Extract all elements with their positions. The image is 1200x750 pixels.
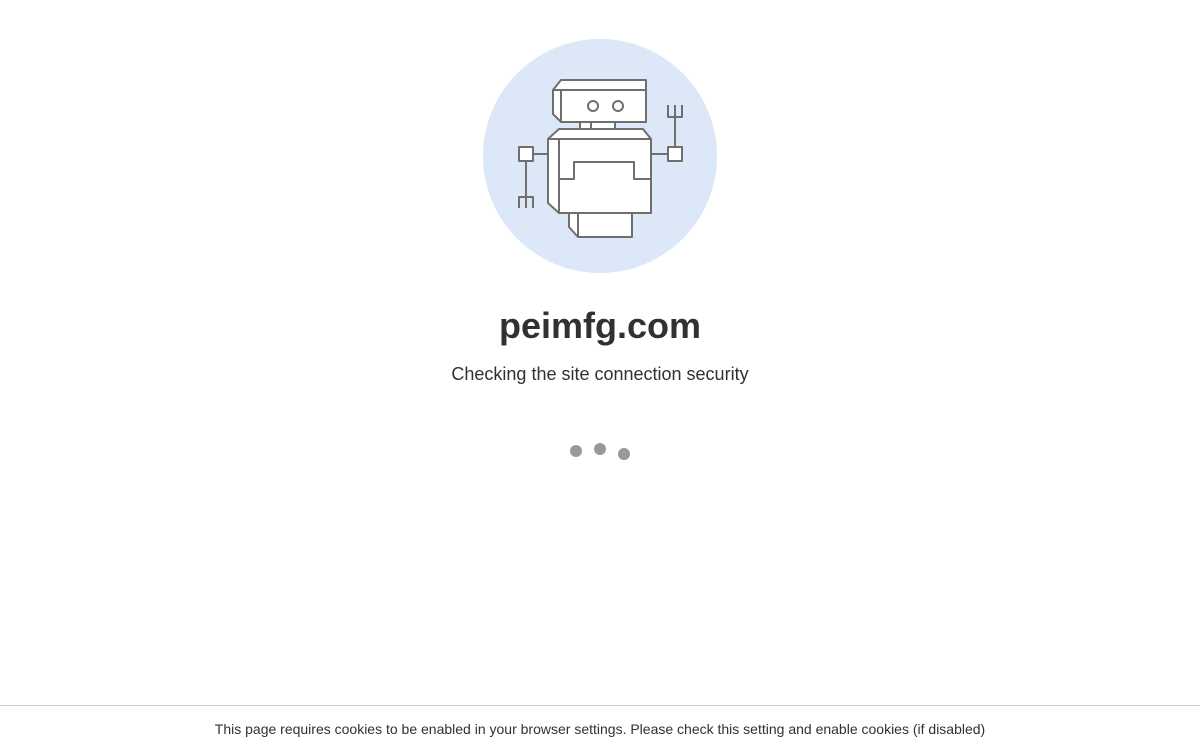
cookie-notice: This page requires cookies to be enabled… bbox=[214, 721, 986, 737]
status-text: Checking the site connection security bbox=[451, 364, 749, 384]
robot-illustration bbox=[483, 39, 717, 273]
loading-dot bbox=[570, 445, 582, 457]
loading-indicator bbox=[560, 438, 640, 468]
loading-dot bbox=[594, 443, 606, 455]
loading-dot bbox=[618, 448, 630, 460]
security-check-page: peimfg.com Checking the site connection … bbox=[0, 0, 1200, 750]
robot-icon bbox=[518, 79, 683, 238]
cookie-footer: This page requires cookies to be enabled… bbox=[0, 705, 1200, 750]
site-domain-title: peimfg.com bbox=[498, 305, 702, 346]
